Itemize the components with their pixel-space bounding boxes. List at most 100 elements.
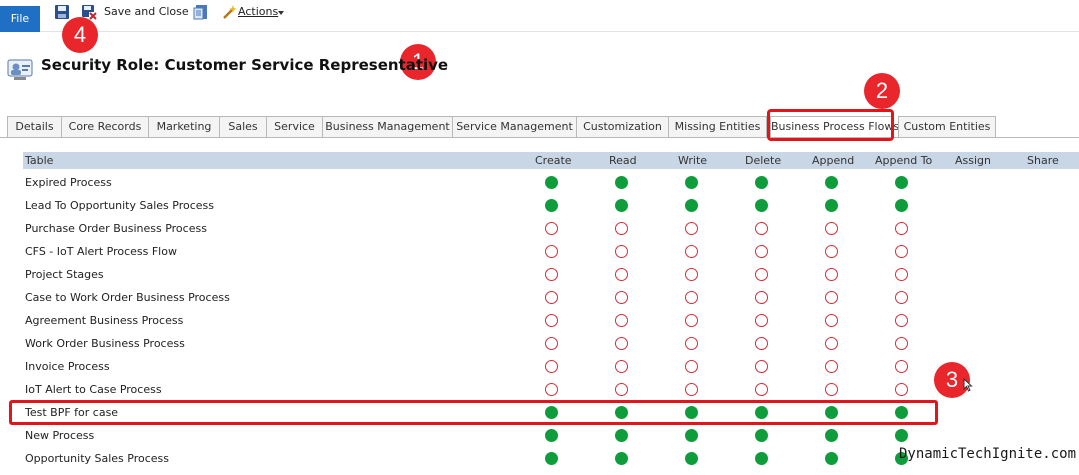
- privilege-write-granted-icon[interactable]: [685, 176, 698, 189]
- privilege-delete-none-icon[interactable]: [755, 314, 768, 327]
- privilege-write-none-icon[interactable]: [685, 314, 698, 327]
- privilege-create-none-icon[interactable]: [545, 337, 558, 350]
- privilege-create-none-icon[interactable]: [545, 314, 558, 327]
- privilege-delete-granted-icon[interactable]: [755, 176, 768, 189]
- tab-customization[interactable]: Customization: [576, 116, 669, 137]
- privilege-append-none-icon[interactable]: [825, 383, 838, 396]
- privilege-read-none-icon[interactable]: [615, 222, 628, 235]
- privilege-append-to-none-icon[interactable]: [895, 360, 908, 373]
- tab-sales[interactable]: Sales: [219, 116, 267, 137]
- privilege-write-none-icon[interactable]: [685, 291, 698, 304]
- tab-core-records[interactable]: Core Records: [61, 116, 149, 137]
- table-name: Expired Process: [25, 176, 112, 189]
- privilege-read-granted-icon[interactable]: [615, 452, 628, 465]
- column-header-delete[interactable]: Delete: [745, 152, 781, 169]
- privilege-append-to-none-icon[interactable]: [895, 291, 908, 304]
- privilege-delete-none-icon[interactable]: [755, 383, 768, 396]
- privilege-delete-none-icon[interactable]: [755, 245, 768, 258]
- tab-details[interactable]: Details: [7, 116, 62, 137]
- privilege-delete-granted-icon[interactable]: [755, 199, 768, 212]
- privilege-write-none-icon[interactable]: [685, 268, 698, 281]
- privilege-delete-none-icon[interactable]: [755, 222, 768, 235]
- privilege-read-granted-icon[interactable]: [615, 176, 628, 189]
- privilege-delete-none-icon[interactable]: [755, 337, 768, 350]
- privilege-read-granted-icon[interactable]: [615, 429, 628, 442]
- tab-service-management[interactable]: Service Management: [452, 116, 577, 137]
- column-header-read[interactable]: Read: [609, 152, 637, 169]
- actions-wand-icon[interactable]: [222, 4, 238, 20]
- privilege-append-to-granted-icon[interactable]: [895, 199, 908, 212]
- privilege-create-granted-icon[interactable]: [545, 452, 558, 465]
- privilege-delete-granted-icon[interactable]: [755, 452, 768, 465]
- table-row: Agreement Business Process: [0, 310, 1079, 333]
- document-properties-icon[interactable]: [193, 4, 209, 20]
- privilege-append-to-granted-icon[interactable]: [895, 176, 908, 189]
- privilege-write-none-icon[interactable]: [685, 383, 698, 396]
- privilege-create-none-icon[interactable]: [545, 268, 558, 281]
- column-header-assign[interactable]: Assign: [955, 152, 991, 169]
- file-button[interactable]: File: [0, 6, 40, 32]
- column-header-create[interactable]: Create: [535, 152, 572, 169]
- chevron-down-icon[interactable]: [278, 11, 284, 15]
- privilege-append-to-none-icon[interactable]: [895, 383, 908, 396]
- privilege-append-none-icon[interactable]: [825, 360, 838, 373]
- privilege-create-none-icon[interactable]: [545, 222, 558, 235]
- privilege-append-to-granted-icon[interactable]: [895, 429, 908, 442]
- tab-service[interactable]: Service: [266, 116, 323, 137]
- column-header-share[interactable]: Share: [1027, 152, 1059, 169]
- privilege-delete-none-icon[interactable]: [755, 291, 768, 304]
- actions-menu-button[interactable]: Actions: [238, 5, 278, 18]
- privilege-write-granted-icon[interactable]: [685, 199, 698, 212]
- privilege-write-none-icon[interactable]: [685, 360, 698, 373]
- save-and-close-button[interactable]: Save and Close: [104, 5, 189, 18]
- privilege-create-none-icon[interactable]: [545, 291, 558, 304]
- privilege-read-none-icon[interactable]: [615, 337, 628, 350]
- tab-custom-entities[interactable]: Custom Entities: [898, 116, 996, 137]
- privilege-append-granted-icon[interactable]: [825, 199, 838, 212]
- column-header-append[interactable]: Append: [812, 152, 854, 169]
- privilege-append-to-none-icon[interactable]: [895, 222, 908, 235]
- privilege-write-none-icon[interactable]: [685, 337, 698, 350]
- privilege-append-granted-icon[interactable]: [825, 429, 838, 442]
- privilege-read-none-icon[interactable]: [615, 291, 628, 304]
- privilege-create-none-icon[interactable]: [545, 245, 558, 258]
- tab-business-management[interactable]: Business Management: [322, 116, 453, 137]
- privilege-append-none-icon[interactable]: [825, 314, 838, 327]
- column-header-append-to[interactable]: Append To: [875, 152, 932, 169]
- privilege-create-granted-icon[interactable]: [545, 176, 558, 189]
- watermark: DynamicTechIgnite.com: [899, 446, 1077, 462]
- privilege-append-to-none-icon[interactable]: [895, 245, 908, 258]
- privilege-read-none-icon[interactable]: [615, 360, 628, 373]
- privilege-append-none-icon[interactable]: [825, 245, 838, 258]
- privilege-create-granted-icon[interactable]: [545, 429, 558, 442]
- column-header-write[interactable]: Write: [678, 152, 707, 169]
- column-header-table[interactable]: Table: [25, 152, 53, 169]
- privilege-append-to-none-icon[interactable]: [895, 268, 908, 281]
- privilege-read-none-icon[interactable]: [615, 314, 628, 327]
- privilege-append-none-icon[interactable]: [825, 268, 838, 281]
- privilege-append-none-icon[interactable]: [825, 291, 838, 304]
- privilege-write-none-icon[interactable]: [685, 245, 698, 258]
- tab-marketing[interactable]: Marketing: [148, 116, 220, 137]
- privilege-write-granted-icon[interactable]: [685, 452, 698, 465]
- privilege-delete-none-icon[interactable]: [755, 360, 768, 373]
- privilege-create-granted-icon[interactable]: [545, 199, 558, 212]
- privilege-write-granted-icon[interactable]: [685, 429, 698, 442]
- privilege-delete-granted-icon[interactable]: [755, 429, 768, 442]
- privilege-create-none-icon[interactable]: [545, 383, 558, 396]
- privilege-append-to-none-icon[interactable]: [895, 337, 908, 350]
- privilege-delete-none-icon[interactable]: [755, 268, 768, 281]
- privilege-write-none-icon[interactable]: [685, 222, 698, 235]
- privilege-append-none-icon[interactable]: [825, 222, 838, 235]
- privilege-read-none-icon[interactable]: [615, 245, 628, 258]
- privilege-append-granted-icon[interactable]: [825, 176, 838, 189]
- privilege-read-none-icon[interactable]: [615, 383, 628, 396]
- tab-missing-entities[interactable]: Missing Entities: [668, 116, 767, 137]
- privilege-read-none-icon[interactable]: [615, 268, 628, 281]
- save-icon[interactable]: [54, 4, 70, 20]
- privilege-append-to-none-icon[interactable]: [895, 314, 908, 327]
- privilege-create-none-icon[interactable]: [545, 360, 558, 373]
- privilege-append-granted-icon[interactable]: [825, 452, 838, 465]
- privilege-append-none-icon[interactable]: [825, 337, 838, 350]
- privilege-read-granted-icon[interactable]: [615, 199, 628, 212]
